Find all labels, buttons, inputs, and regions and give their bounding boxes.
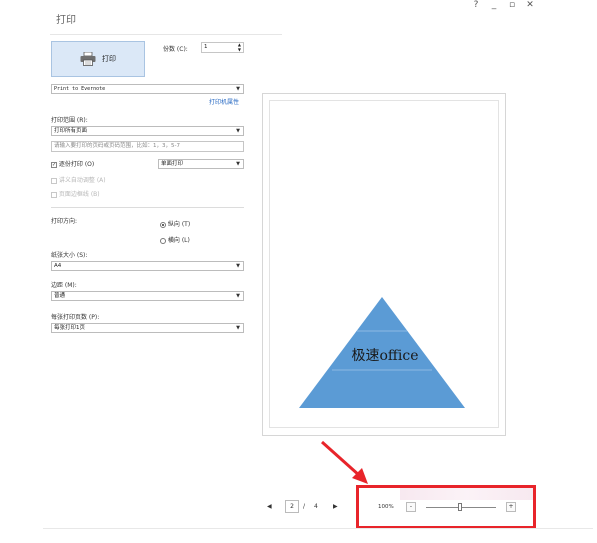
duplex-selected: 单面打印 [161,161,184,167]
page-range-input[interactable]: 请输入要打印的页码或页码范围，比如：1，3，5-7 [51,141,244,152]
pyramid-shape [299,297,465,408]
checkbox-icon [51,177,57,184]
paper-size-select[interactable]: A4 ▼ [51,261,244,271]
auto-fit-label: 讲义自动调整 (A) [58,177,106,184]
footer-divider [43,528,593,529]
minimize-button[interactable]: _ [488,0,500,10]
section-divider [51,207,244,208]
orientation-label: 打印方向: [51,218,78,225]
maximize-button[interactable]: ▫ [506,0,518,10]
auto-fit-checkbox[interactable]: 讲义自动调整 (A) [51,175,106,184]
title-divider [50,34,282,35]
collate-label: 逐份打印 (O) [58,161,95,168]
zoom-level: 100% [378,504,394,510]
arrow-annotation-icon [320,440,368,484]
range-selected: 打印所有页面 [54,128,88,134]
help-button[interactable]: ? [470,0,482,10]
pages-per-sheet-label: 每张打印页数 (P): [51,314,100,321]
prev-page-button[interactable]: ◀ [267,503,272,510]
border-checkbox[interactable]: 页面边框线 (B) [51,189,100,198]
printer-selected: Print to Evernote [54,86,106,92]
stepper-arrows-icon[interactable]: ▲ ▼ [238,43,241,52]
range-label: 打印范围 (R): [51,117,88,124]
range-select[interactable]: 打印所有页面 ▼ [51,126,244,136]
copies-value: 1 [204,44,208,50]
copies-stepper[interactable]: 1 ▲ ▼ [201,42,244,53]
printer-select[interactable]: Print to Evernote ▼ [51,84,244,94]
checkbox-checked-icon: ✓ [51,161,57,168]
radio-icon [160,237,166,244]
print-button[interactable]: 打印 [51,41,145,77]
page-number-input[interactable]: 2 [285,500,299,513]
dialog-title: 打印 [56,15,76,26]
printer-icon [80,52,96,66]
portrait-label: 纵向 (T) [167,221,191,228]
chevron-down-icon: ▼ [236,128,240,134]
page-separator: / [303,503,306,510]
zoom-out-button[interactable]: - [406,502,416,512]
zoom-slider-thumb[interactable] [458,503,462,511]
printer-properties-link[interactable]: 打印机属性 [209,97,239,106]
paper-size-selected: A4 [54,263,62,269]
chevron-down-icon: ▼ [236,325,240,331]
border-label: 页面边框线 (B) [58,191,100,198]
next-page-button[interactable]: ▶ [333,503,338,510]
checkbox-icon [51,191,57,198]
preview-page: 极速office [269,100,499,428]
margin-selected: 普通 [54,293,66,299]
copies-label: 份数 (C): [163,46,188,53]
margin-label: 边距 (M): [51,282,77,289]
paper-size-label: 纸张大小 (S): [51,252,88,259]
close-button[interactable]: ✕ [524,0,536,10]
page-range-placeholder: 请输入要打印的页码或页码范围，比如：1，3，5-7 [54,143,180,149]
radio-selected-icon [160,221,166,228]
portrait-radio[interactable]: 纵向 (T) [160,219,190,228]
chevron-down-icon: ▼ [236,293,240,299]
pages-per-sheet-select[interactable]: 每张打印1页 ▼ [51,323,244,333]
collate-checkbox[interactable]: ✓ 逐份打印 (O) [51,159,94,168]
chevron-down-icon: ▼ [236,86,240,92]
print-button-label: 打印 [102,55,116,63]
landscape-label: 横向 (L) [167,237,190,244]
pages-per-sheet-selected: 每张打印1页 [54,325,85,331]
duplex-select[interactable]: 单面打印 ▼ [158,159,244,169]
chevron-down-icon: ▼ [236,161,240,167]
margin-select[interactable]: 普通 ▼ [51,291,244,301]
zoom-in-button[interactable]: + [506,502,516,512]
landscape-radio[interactable]: 横向 (L) [160,235,190,244]
slide-text: 极速office [351,348,419,364]
page-total: 4 [314,503,318,510]
chevron-down-icon: ▼ [236,263,240,269]
